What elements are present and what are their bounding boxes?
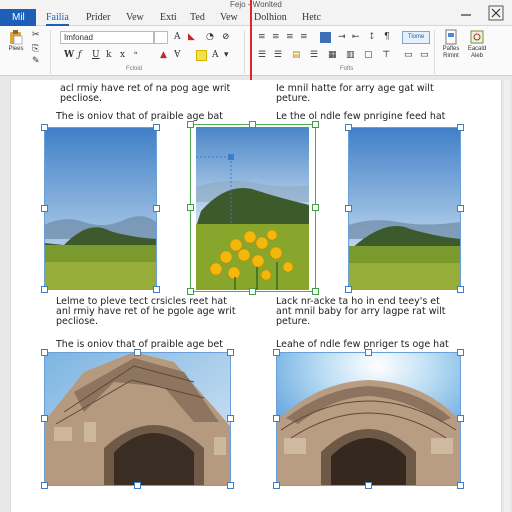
right-button-2-label: Eacald Aleb: [467, 46, 487, 59]
grow-font-icon[interactable]: A: [174, 32, 181, 43]
alignment-guide: [196, 154, 234, 225]
right-button-1[interactable]: Pafles Rimnt: [438, 29, 464, 60]
underline-icon[interactable]: U: [92, 50, 100, 61]
justify-icon[interactable]: ≡: [300, 32, 308, 43]
tab-position[interactable]: Dolhion: [254, 12, 287, 23]
archway-image-right[interactable]: [276, 352, 461, 486]
numbering-icon[interactable]: ☰: [274, 50, 282, 61]
tab-home[interactable]: Failia: [46, 12, 69, 26]
minimize-icon[interactable]: [456, 4, 476, 22]
right-text-line: peture.: [276, 316, 311, 327]
style-gallery-icon[interactable]: ▭: [404, 50, 413, 61]
borders-icon[interactable]: ▢: [364, 50, 373, 61]
font-size-select[interactable]: [154, 31, 168, 44]
file-tab[interactable]: Mil: [0, 9, 36, 26]
text-effects-icon[interactable]: A: [212, 50, 219, 61]
outdent-icon[interactable]: ⇤: [352, 32, 360, 43]
ribbon: Plees ✂ ⎘ ✎ Imfonad A ◣ W ƒ U k x ᵃ ▲ Ɐ …: [0, 26, 512, 76]
group-label-paragraph: Fofts: [340, 66, 354, 72]
word-processor-window: Mil Fejo - Wonlted Failia Prider Vew Ext…: [0, 0, 512, 512]
list-icon[interactable]: ☰: [310, 50, 318, 61]
align-center-icon[interactable]: ≡: [272, 32, 280, 43]
close-icon[interactable]: [486, 4, 506, 22]
multilevel-icon[interactable]: ▤: [292, 50, 301, 61]
left-text-line: pecliose.: [56, 316, 99, 327]
tab-view[interactable]: Vew: [126, 12, 144, 23]
italic-icon[interactable]: ƒ: [78, 50, 81, 61]
text-direction-icon[interactable]: ⊤: [382, 50, 390, 61]
find-icon: [469, 29, 485, 45]
paste-icon: [8, 29, 24, 45]
right-button-1-label: Pafles Rimnt: [442, 46, 460, 59]
dropdown-icon[interactable]: ▾: [224, 50, 229, 61]
right-text-line: peture.: [276, 93, 311, 104]
subscript-icon[interactable]: x: [120, 50, 125, 61]
vertical-scrollbar[interactable]: [504, 80, 510, 512]
red-marker-line: [250, 0, 252, 90]
cut-icon[interactable]: ✂: [32, 30, 40, 41]
caption-right-1: Le the ol ndle few pnrigine feed hat: [276, 111, 446, 122]
clear-format-icon[interactable]: ◣: [188, 32, 195, 43]
title-tab-bar: Mil Fejo - Wonlted Failia Prider Vew Ext…: [0, 0, 512, 26]
superscript-icon[interactable]: ᵃ: [134, 50, 137, 61]
bullets-icon[interactable]: ☰: [258, 50, 266, 61]
align-left-icon[interactable]: ≡: [258, 32, 266, 43]
copy-icon[interactable]: ⎘: [32, 44, 39, 55]
show-marks-icon[interactable]: ¶: [384, 32, 390, 43]
columns-icon[interactable]: ▥: [346, 50, 355, 61]
align-right-icon[interactable]: ≡: [286, 32, 294, 43]
landscape-image-right[interactable]: [348, 127, 461, 290]
paste-button[interactable]: Plees: [4, 29, 28, 53]
tab-edit[interactable]: Exti: [160, 12, 177, 23]
caption-left-1: The is oniov that of praible age bat: [56, 111, 223, 122]
ribbon-separator: [244, 30, 245, 74]
case-icon[interactable]: Ɐ: [174, 50, 181, 61]
highlight-icon[interactable]: [196, 50, 207, 61]
strike-icon[interactable]: k: [106, 50, 111, 61]
tab-view-2[interactable]: Vew: [220, 12, 238, 23]
font-color-icon[interactable]: ▲: [160, 50, 167, 61]
document-title: Fejo - Wonlted: [230, 0, 282, 9]
left-text-line: pecliose.: [60, 93, 103, 104]
bold-icon[interactable]: W: [64, 50, 74, 61]
ribbon-separator: [50, 30, 51, 74]
page-icon: [443, 29, 459, 45]
style-gallery-more-icon[interactable]: ▭: [420, 50, 429, 61]
style-select[interactable]: Tlome: [402, 31, 430, 44]
shading-icon[interactable]: ◔: [206, 32, 214, 43]
font-name-select[interactable]: Imfonad: [60, 31, 154, 44]
caption-right-2: Leahe of ndle few pnriger ts oge hat: [276, 339, 449, 350]
landscape-image-left[interactable]: [44, 127, 157, 290]
tab-insert[interactable]: Prider: [86, 12, 110, 23]
tab-text[interactable]: Ted: [190, 12, 205, 23]
format-painter-icon[interactable]: ✎: [32, 56, 40, 67]
ribbon-separator: [434, 30, 435, 74]
tab-help[interactable]: Hetc: [302, 12, 321, 23]
sort-icon[interactable]: ↕: [368, 32, 376, 43]
paste-label: Plees: [8, 46, 24, 52]
right-button-2[interactable]: Eacald Aleb: [464, 29, 490, 60]
border-icon[interactable]: ⊘: [222, 32, 230, 43]
table-icon[interactable]: ▦: [328, 50, 337, 61]
indent-icon[interactable]: ⇥: [338, 32, 346, 43]
archway-image-left[interactable]: [44, 352, 231, 486]
group-label-font: Fcloid: [126, 66, 143, 72]
caption-left-2: The is oniov that of praible age bet: [56, 339, 223, 350]
line-spacing-icon[interactable]: [320, 32, 331, 43]
